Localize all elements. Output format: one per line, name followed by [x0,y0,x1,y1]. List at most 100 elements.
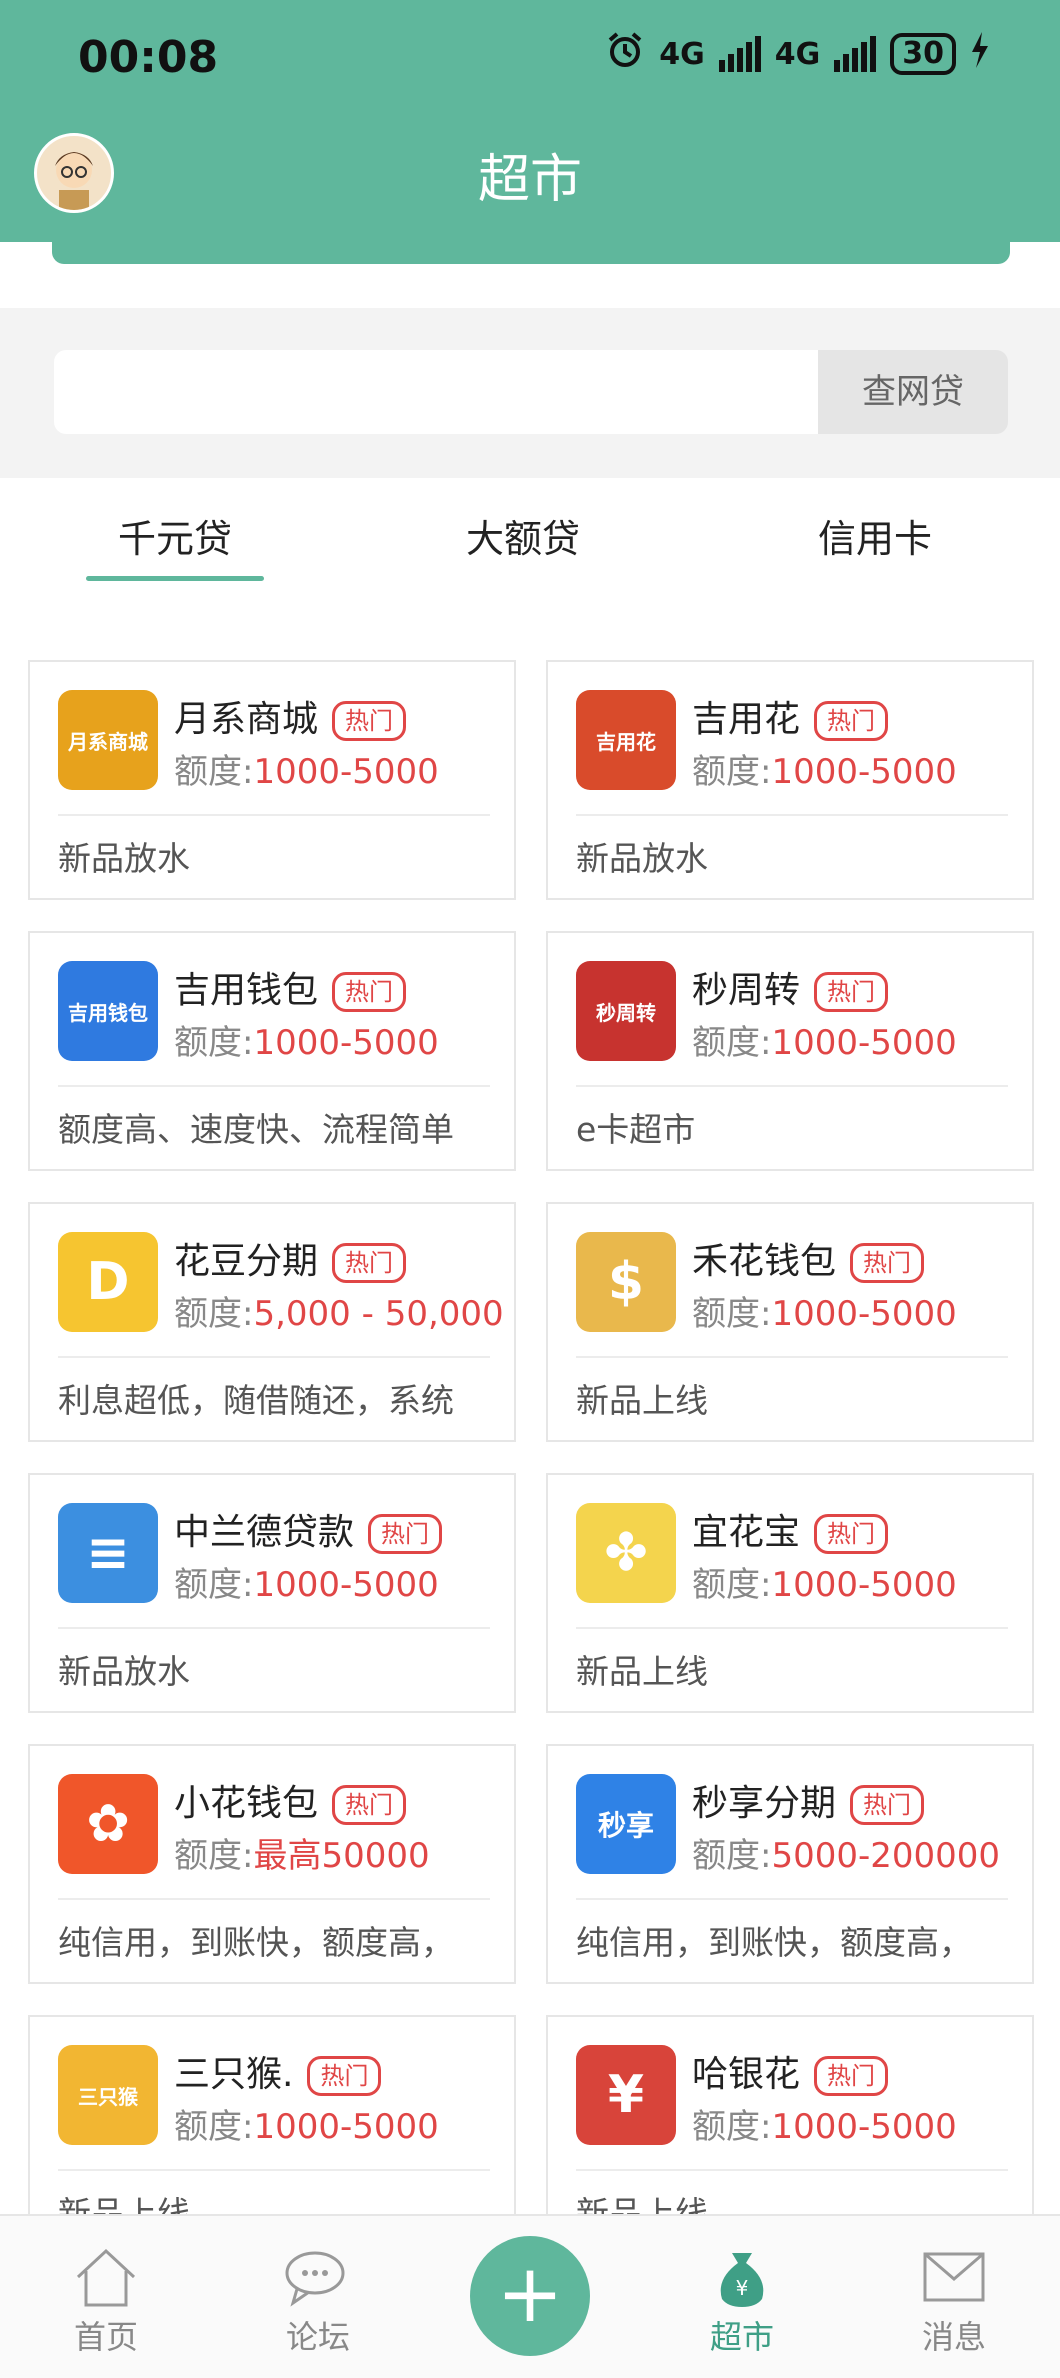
product-name-row: 吉用花 热门 [692,690,889,742]
quota-label: 额度: [692,1565,772,1605]
divider [576,1627,1008,1629]
product-quota: 额度:1000-5000 [692,1557,957,1606]
product-card[interactable]: $ 禾花钱包 热门 额度:1000-5000 新品上线 [546,1202,1034,1442]
signal-icon-2 [834,36,877,72]
envelope-icon [884,2242,1024,2312]
quota-amount: 1000-5000 [253,1565,439,1605]
divider [58,1085,490,1087]
quota-label: 额度: [174,1023,254,1063]
product-quota: 额度:1000-5000 [692,2099,957,2148]
network-type-1: 4G [659,36,705,72]
status-icons: 4G 4G 30 [605,30,990,78]
plus-button[interactable]: + [470,2236,590,2356]
product-logo: 秒享 [576,1774,676,1874]
money-bag-icon: ¥ [672,2242,812,2312]
hot-badge: 热门 [332,1243,407,1283]
product-name-row: 小花钱包 热门 [174,1774,407,1826]
search-button[interactable]: 查网贷 [818,350,1008,434]
quota-amount: 1000-5000 [771,752,957,792]
product-name: 吉用钱包 [174,970,319,1011]
product-card[interactable]: 秒周转 秒周转 热门 额度:1000-5000 e卡超市 [546,931,1034,1171]
hot-badge: 热门 [332,972,407,1012]
nav-messages[interactable]: 消息 [884,2242,1024,2358]
quota-label: 额度: [174,2107,254,2147]
nav-home[interactable]: 首页 [36,2242,176,2358]
product-quota: 额度:5000-200000 [692,1828,1000,1877]
banner-strip [52,242,1010,264]
product-name: 小花钱包 [174,1783,319,1824]
hot-badge: 热门 [850,1243,925,1283]
product-quota: 额度:1000-5000 [174,1015,439,1064]
hot-badge: 热门 [814,972,889,1012]
product-description: 新品上线 [576,1652,708,1691]
product-logo: 吉用花 [576,690,676,790]
product-card[interactable]: ✤ 宜花宝 热门 额度:1000-5000 新品上线 [546,1473,1034,1713]
quota-label: 额度: [174,1294,254,1334]
divider [576,1085,1008,1087]
product-card[interactable]: D 花豆分期 热门 额度:5,000 - 50,000 利息超低，随借随还，系统 [28,1202,516,1442]
hot-badge: 热门 [814,1514,889,1554]
product-logo: ¥ [576,2045,676,2145]
product-quota: 额度:1000-5000 [174,744,439,793]
quota-amount: 1000-5000 [253,2107,439,2147]
tab-xinyongka[interactable]: 信用卡 [818,508,932,563]
status-time: 00:08 [78,32,219,83]
quota-amount: 1000-5000 [253,752,439,792]
product-logo: ✿ [58,1774,158,1874]
nav-market[interactable]: ¥ 超市 [672,2242,812,2358]
nav-forum[interactable]: 论坛 [248,2242,388,2358]
divider [58,1898,490,1900]
product-description: 新品上线 [576,1381,708,1420]
product-card[interactable]: ≡ 中兰德贷款 热门 额度:1000-5000 新品放水 [28,1473,516,1713]
product-name-row: 宜花宝 热门 [692,1503,889,1555]
chat-bubble-icon [248,2242,388,2312]
product-name-row: 禾花钱包 热门 [692,1232,925,1284]
product-description: e卡超市 [576,1110,696,1149]
product-name: 中兰德贷款 [174,1512,355,1553]
search-area: 查网贷 [0,308,1060,478]
product-card[interactable]: 吉用花 吉用花 热门额度:1000-5000 新品放水 [546,660,1034,900]
product-name-row: 花豆分期 热门 [174,1232,407,1284]
product-quota: 额度:1000-5000 [174,1557,439,1606]
active-tab-indicator [86,576,264,581]
hot-badge: 热门 [850,1785,925,1825]
hot-badge: 热门 [332,1785,407,1825]
product-name: 哈银花 [692,2054,801,2095]
product-card[interactable]: 吉用钱包 吉用钱包 热门 额度:1000-5000 额度高、速度快、流程简单 [28,931,516,1171]
quota-label: 额度: [692,1023,772,1063]
divider [58,1627,490,1629]
product-card[interactable]: 秒享 秒享分期 热门 额度:5000-200000 纯信用，到账快，额度高， [546,1744,1034,1984]
app-header: 超市 [0,115,1060,242]
quota-amount: 1000-5000 [253,1023,439,1063]
product-name: 宜花宝 [692,1512,801,1553]
tab-daedai[interactable]: 大额贷 [466,508,580,563]
product-quota: 额度:1000-5000 [692,1015,957,1064]
product-name-row: 吉用钱包 热门 [174,961,407,1013]
quota-amount: 5,000 - 50,000 [253,1294,504,1334]
quota-label: 额度: [174,1565,254,1605]
product-card[interactable]: ✿ 小花钱包 热门 额度:最高50000 纯信用，到账快，额度高， [28,1744,516,1984]
product-logo: 秒周转 [576,961,676,1061]
search-input[interactable] [54,350,818,434]
quota-amount: 1000-5000 [771,1565,957,1605]
product-description: 纯信用，到账快，额度高， [58,1923,454,1962]
product-logo: 吉用钱包 [58,961,158,1061]
quota-amount: 1000-5000 [771,2107,957,2147]
quota-amount: 1000-5000 [771,1023,957,1063]
product-quota: 额度:5,000 - 50,000 [174,1286,504,1335]
home-icon [36,2242,176,2312]
nav-messages-label: 消息 [921,2318,986,2356]
product-name-row: 哈银花 热门 [692,2045,889,2097]
product-name: 秒享分期 [692,1783,837,1824]
product-description: 新品放水 [576,839,708,878]
product-card[interactable]: 月系商城 月系商城 热门 额度:1000-5000 新品放水 [28,660,516,900]
product-name-row: 月系商城 热门 [174,690,407,742]
charging-icon [970,32,990,76]
tab-qianyuandai[interactable]: 千元贷 [118,508,232,563]
product-logo: ✤ [576,1503,676,1603]
category-tabs: 千元贷 大额贷 信用卡 [0,478,1060,588]
product-description: 新品放水 [58,839,190,878]
quota-label: 额度: [692,752,772,792]
product-quota: 额度:最高50000 [174,1828,430,1877]
quota-label: 额度: [692,1294,772,1334]
